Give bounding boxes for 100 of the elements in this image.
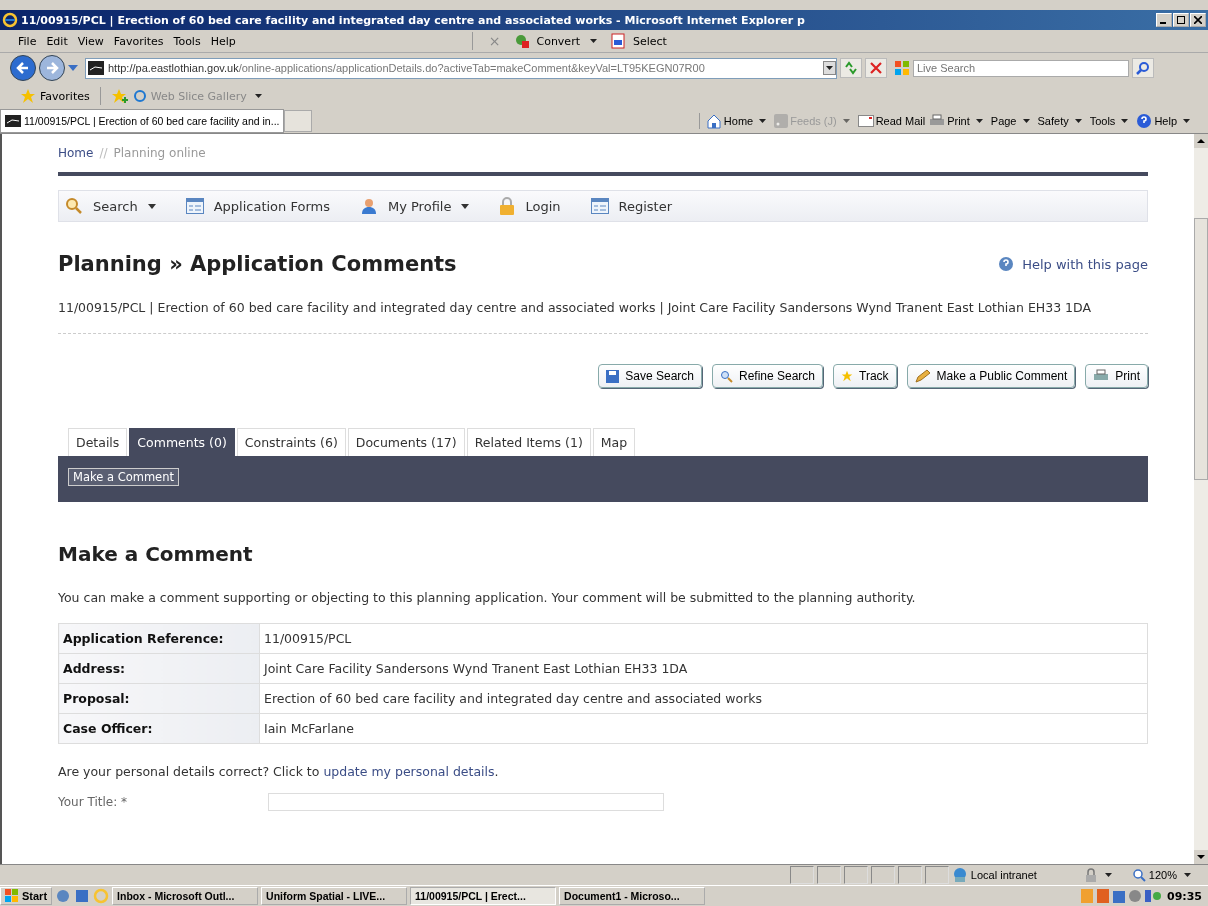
home-icon[interactable] (705, 113, 722, 129)
tab[interactable]: Constraints (6) (236, 428, 346, 456)
back-button[interactable] (10, 55, 36, 81)
prompt-end: . (494, 764, 499, 779)
action-button[interactable]: Refine Search (712, 364, 824, 388)
tab[interactable]: Comments (0) (129, 428, 235, 456)
action-button[interactable]: Track (833, 364, 897, 388)
help-icon[interactable] (998, 256, 1015, 272)
field-value: Joint Care Facility Sandersons Wynd Tranent East Lothian EH33 1DA (259, 653, 1148, 684)
zoom-level[interactable]: 120% (1148, 869, 1177, 881)
command-bar-item[interactable]: Read Mail (875, 115, 926, 127)
caret-icon[interactable] (975, 119, 983, 123)
printer-icon (1093, 369, 1110, 383)
nav-menu-item[interactable]: Search (93, 198, 138, 214)
action-button[interactable]: Print (1085, 364, 1148, 388)
page-heading: Planning » Application Comments (58, 252, 457, 276)
security-zone: Local intranet (970, 869, 1038, 881)
scrollbar[interactable] (1194, 134, 1208, 864)
nav-menu-item[interactable]: Login (525, 198, 561, 214)
personal-details-prompt: Are your personal details correct? Click to (58, 764, 320, 779)
field-value: Iain McFarlane (259, 713, 1148, 744)
search-field[interactable]: Live Search (913, 59, 1129, 77)
caret-icon[interactable] (1183, 119, 1190, 123)
help-icon[interactable] (1136, 113, 1153, 129)
caret-icon[interactable] (1074, 119, 1082, 123)
breadcrumb-link[interactable]: Home (58, 146, 94, 160)
caret-icon[interactable] (147, 203, 156, 209)
command-bar-item[interactable]: Home (723, 115, 754, 127)
stop-button[interactable] (865, 58, 887, 78)
convert-icon[interactable] (514, 33, 531, 49)
search-button[interactable] (1132, 58, 1154, 78)
zoom-icon[interactable] (1131, 868, 1146, 882)
quick-launch-icon[interactable] (55, 888, 72, 904)
command-bar-item[interactable]: Help (1154, 115, 1177, 127)
caret-icon[interactable] (759, 119, 767, 123)
scrollbar-thumb[interactable] (1194, 218, 1208, 480)
command-bar-item[interactable]: Page (990, 115, 1017, 127)
menu-item[interactable]: Favorites (109, 34, 168, 48)
printer-icon[interactable] (929, 114, 946, 128)
menu-item[interactable]: Edit (42, 34, 72, 48)
caret-icon[interactable] (254, 94, 262, 98)
command-bar-item[interactable]: Tools (1089, 115, 1116, 127)
caret-icon[interactable] (589, 39, 597, 43)
sub-tab[interactable]: Make a Comment (68, 468, 179, 486)
close-button[interactable] (1190, 13, 1206, 27)
tab[interactable]: Map (592, 428, 636, 456)
taskbar-window-button[interactable]: Uniform Spatial - LIVE... (261, 887, 408, 905)
action-button[interactable]: Make a Public Comment (906, 364, 1076, 388)
convert-button[interactable]: Convert (532, 34, 584, 48)
menu-item[interactable]: Help (206, 34, 240, 48)
caret-icon[interactable] (461, 203, 470, 209)
mail-icon[interactable] (857, 115, 874, 127)
forward-button[interactable] (39, 55, 65, 81)
start-button[interactable]: Start (0, 887, 53, 905)
status-pane (843, 866, 868, 884)
form-icon[interactable] (185, 198, 204, 214)
caret-icon[interactable] (1184, 873, 1191, 877)
update-details-link[interactable]: update my personal details (323, 764, 495, 779)
menu-item[interactable]: File (14, 34, 41, 48)
tab[interactable]: Related Items (1) (466, 428, 591, 456)
help-link[interactable]: Help with this page (1022, 256, 1148, 272)
window-title: 11/00915/PCL | Erection of 60 bed care facility and integrated day centre and associated works - Microsoft Internet Explorer p (21, 13, 806, 27)
maximize-button[interactable] (1173, 13, 1189, 27)
caret-icon[interactable] (1121, 119, 1129, 123)
padlock-icon[interactable] (1083, 868, 1098, 882)
search-icon[interactable] (65, 197, 83, 215)
browser-tab[interactable]: 11/00915/PCL | Erection of 60 bed care facility and in... (0, 109, 285, 133)
nav-menu-item[interactable]: My Profile (387, 198, 452, 214)
scroll-down-icon[interactable] (1194, 850, 1208, 864)
taskbar-window-button[interactable]: 11/00915/PCL | Erect... (410, 887, 557, 905)
star-icon[interactable] (20, 88, 36, 104)
favorites-button[interactable]: Favorites (40, 89, 90, 103)
select-button[interactable]: Select (628, 34, 671, 48)
action-button[interactable]: Save Search (598, 364, 702, 388)
form-icon[interactable] (590, 198, 609, 214)
command-bar-item[interactable]: Safety (1037, 115, 1069, 127)
user-icon[interactable] (359, 197, 378, 215)
menu-item[interactable]: View (73, 34, 108, 48)
select-icon[interactable] (610, 33, 627, 49)
menu-item[interactable]: Tools (169, 34, 205, 48)
close-icon (1194, 16, 1202, 24)
star-icon (841, 370, 854, 382)
nav-menu-item[interactable]: Register (618, 198, 673, 214)
taskbar-window-button[interactable]: Inbox - Microsoft Outl... (112, 887, 259, 905)
minimize-button[interactable] (1156, 13, 1172, 27)
breadcrumb-current: Planning online (113, 146, 206, 160)
field-label: Application Reference: (58, 623, 260, 654)
caret-icon[interactable] (1022, 119, 1030, 123)
command-bar-item[interactable]: Print (947, 115, 970, 127)
caret-icon[interactable] (1104, 873, 1112, 877)
scroll-up-icon[interactable] (1194, 134, 1208, 148)
taskbar-window-button[interactable]: Document1 - Microso... (559, 887, 706, 905)
tray-icons-drawing[interactable] (1081, 889, 1161, 903)
tab[interactable]: Details (68, 428, 128, 456)
tab[interactable]: Documents (17) (347, 428, 465, 456)
clock: 09:35 (1167, 889, 1202, 903)
quick-launch-icon[interactable] (74, 888, 91, 904)
address-field[interactable]: http://pa.eastlothian.gov.uk/online-applications/applicationDetails.do?activeTab=makeComment&keyVal=LT95KEGN07R00 (85, 57, 837, 79)
nav-menu-item[interactable]: Application Forms (213, 198, 330, 214)
title-input[interactable] (268, 793, 664, 811)
